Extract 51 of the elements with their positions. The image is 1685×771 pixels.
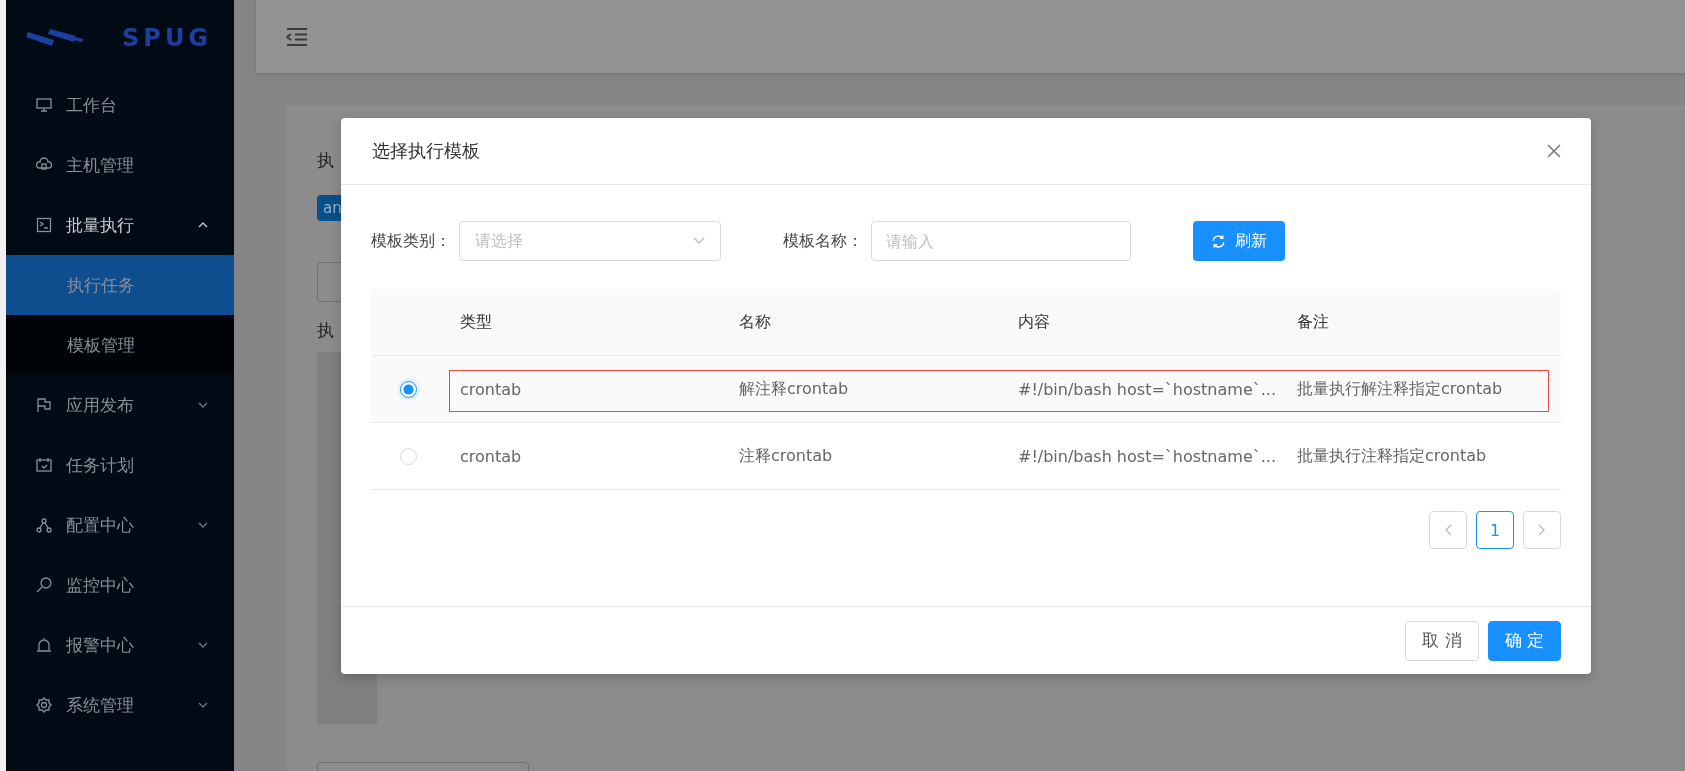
close-icon[interactable] — [1547, 144, 1561, 158]
menu-item[interactable]: 主机管理 — [6, 135, 234, 195]
page-button[interactable]: 1 — [1476, 511, 1514, 549]
caret-icon — [693, 237, 705, 245]
next-page-button[interactable] — [1523, 511, 1561, 549]
filter-label: 模板类别： — [371, 230, 451, 252]
menu-icon — [36, 397, 52, 413]
menu-icon — [36, 97, 52, 113]
column-header: 内容 — [1017, 311, 1051, 333]
table-cell-text: 批量执行注释指定crontab — [1296, 445, 1488, 467]
confirm-button[interactable]: 确 定 — [1487, 620, 1561, 661]
menu-icon — [36, 157, 52, 173]
menu-icon — [36, 517, 52, 533]
logo-text: SPUG — [122, 23, 213, 52]
submenu-item[interactable]: 模板管理 — [6, 315, 234, 375]
table-cell-text: #!/bin/bash host=`hostname`... — [1017, 446, 1277, 466]
refresh-icon — [1211, 233, 1226, 249]
column-header: 名称 — [738, 311, 772, 333]
radio-button[interactable] — [399, 380, 417, 398]
menu-icon — [36, 217, 52, 233]
chevron-left-icon — [1444, 524, 1452, 536]
column-header: 备注 — [1296, 311, 1330, 333]
input-field[interactable]: 请输入 — [871, 221, 1131, 261]
table-cell-text: 批量执行解注释指定crontab — [1296, 378, 1504, 400]
menu-item[interactable]: 应用发布 — [6, 375, 234, 435]
menu-icon — [36, 697, 52, 713]
filter-label: 模板名称： — [783, 230, 863, 252]
menu-item[interactable]: 批量执行 — [6, 195, 234, 255]
modal-title: 选择执行模板 — [372, 139, 480, 163]
previous-page-button[interactable] — [1429, 511, 1467, 549]
menu-fold-icon[interactable] — [286, 27, 308, 46]
section-heading: 执 — [317, 149, 334, 172]
table-cell-text: #!/bin/bash host=`hostname`... — [1017, 379, 1277, 399]
menu-item[interactable]: 任务计划 — [6, 435, 234, 495]
table-cell-text: crontab — [459, 446, 523, 466]
menu-item[interactable]: 配置中心 — [6, 495, 234, 555]
menu-item[interactable]: 工作台 — [6, 75, 234, 135]
section-label: 执 — [317, 319, 334, 342]
menu-item[interactable]: 系统管理 — [6, 675, 234, 735]
cancel-button[interactable]: 取 消 — [1405, 620, 1479, 661]
chevron-right-icon — [1538, 524, 1546, 536]
refresh-button[interactable]: 刷新 — [1193, 221, 1285, 261]
menu-icon — [36, 577, 52, 593]
table-cell-text: 注释crontab — [738, 445, 834, 467]
table-cell-text: crontab — [459, 379, 523, 399]
menu-icon — [36, 457, 52, 473]
menu-item[interactable]: 监控中心 — [6, 555, 234, 615]
menu-item[interactable]: 报警中心 — [6, 615, 234, 675]
menu-icon — [36, 637, 52, 653]
column-header: 类型 — [459, 311, 493, 333]
table-cell-text: 解注释crontab — [738, 378, 850, 400]
